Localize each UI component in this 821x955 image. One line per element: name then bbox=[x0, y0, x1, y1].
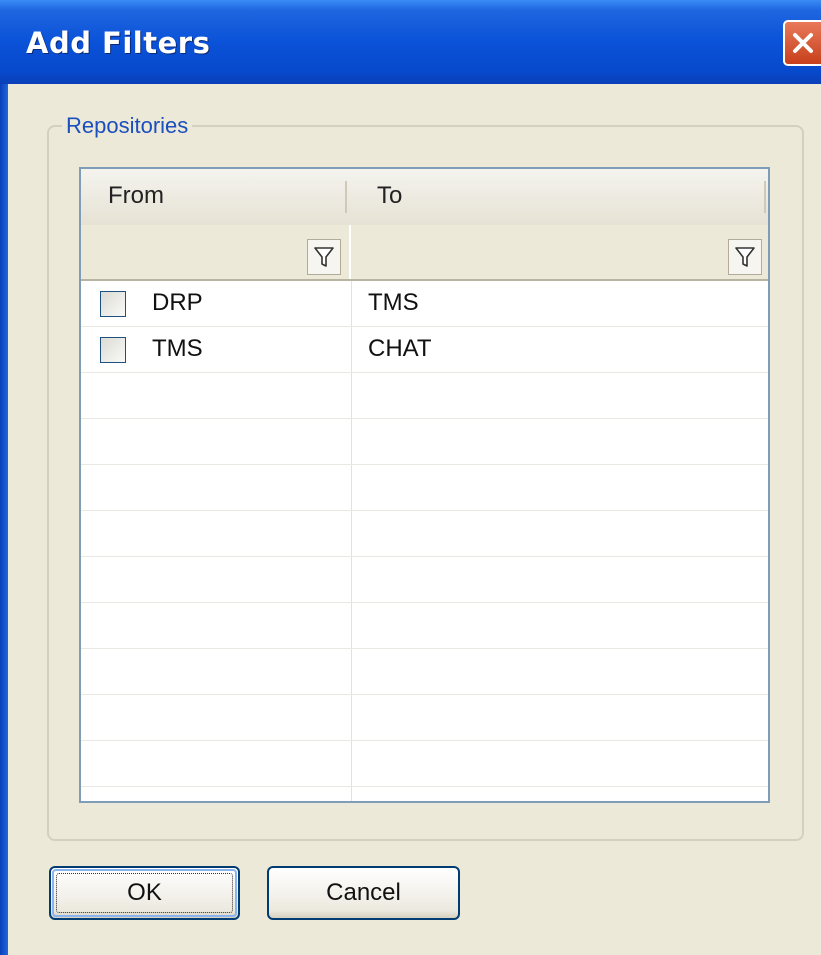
table-row[interactable]: DRP TMS bbox=[81, 281, 768, 327]
column-divider[interactable] bbox=[764, 181, 766, 213]
cancel-button-label: Cancel bbox=[326, 879, 401, 906]
column-divider[interactable] bbox=[345, 181, 347, 213]
empty-row bbox=[81, 373, 768, 419]
filter-row bbox=[81, 225, 768, 281]
grid-header: From To bbox=[81, 169, 768, 227]
filter-icon bbox=[735, 247, 755, 267]
empty-row bbox=[81, 465, 768, 511]
repositories-grid[interactable]: From To DRP TMS TMS CHAT bbox=[79, 167, 770, 803]
filter-divider bbox=[349, 225, 351, 279]
empty-row bbox=[81, 649, 768, 695]
empty-row bbox=[81, 741, 768, 787]
filter-icon bbox=[314, 247, 334, 267]
window-border bbox=[0, 84, 8, 955]
row-checkbox[interactable] bbox=[100, 337, 126, 363]
table-row[interactable]: TMS CHAT bbox=[81, 327, 768, 373]
grid-body: DRP TMS TMS CHAT bbox=[81, 281, 768, 787]
cell-from: TMS bbox=[152, 335, 203, 362]
column-header-to[interactable]: To bbox=[377, 182, 402, 210]
row-checkbox[interactable] bbox=[100, 291, 126, 317]
add-filters-dialog: Add Filters Repositories From To DRP TMS… bbox=[0, 0, 821, 955]
title-bar[interactable]: Add Filters bbox=[0, 0, 821, 84]
filter-button-from[interactable] bbox=[307, 239, 341, 275]
empty-row bbox=[81, 511, 768, 557]
cell-to: TMS bbox=[368, 289, 419, 316]
repositories-label: Repositories bbox=[62, 113, 193, 139]
empty-row bbox=[81, 557, 768, 603]
cell-from: DRP bbox=[152, 289, 203, 316]
cancel-button[interactable]: Cancel bbox=[267, 866, 460, 920]
cell-to: CHAT bbox=[368, 335, 432, 362]
ok-button[interactable]: OK bbox=[49, 866, 240, 920]
empty-row bbox=[81, 603, 768, 649]
filter-button-to[interactable] bbox=[728, 239, 762, 275]
close-button[interactable] bbox=[783, 20, 821, 66]
close-icon bbox=[793, 33, 813, 53]
empty-row bbox=[81, 419, 768, 465]
window-title: Add Filters bbox=[26, 26, 211, 60]
column-header-from[interactable]: From bbox=[108, 182, 164, 210]
empty-row bbox=[81, 695, 768, 741]
ok-button-label: OK bbox=[127, 879, 162, 906]
